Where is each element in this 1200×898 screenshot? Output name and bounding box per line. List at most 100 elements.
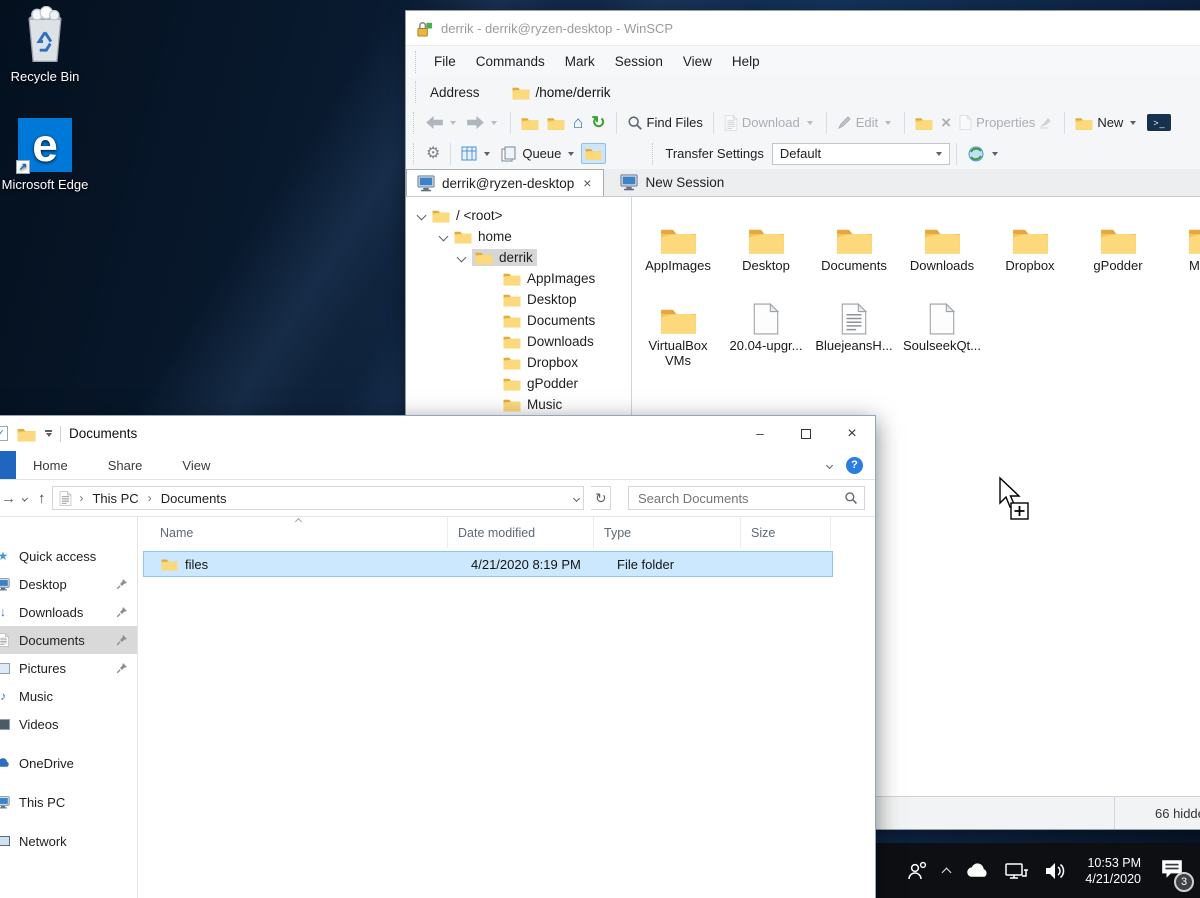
tree-item-appimages[interactable]: AppImages bbox=[406, 268, 631, 289]
tree-item-documents[interactable]: Documents bbox=[406, 310, 631, 331]
view-mode-button[interactable] bbox=[457, 144, 497, 163]
close-tab-icon[interactable]: × bbox=[581, 175, 593, 191]
maximize-button[interactable] bbox=[783, 416, 829, 451]
tree-item-desktop[interactable]: Desktop bbox=[406, 289, 631, 310]
forward-dropdown-icon[interactable] bbox=[491, 121, 497, 125]
sidebar-item-quick-access[interactable]: ★Quick access bbox=[0, 542, 137, 570]
ribbon-collapse-chevron-icon[interactable] bbox=[826, 461, 833, 468]
winscp-titlebar[interactable]: derrik - derrik@ryzen-desktop - WinSCP bbox=[406, 11, 1200, 45]
remote-folder-desktop[interactable]: Desktop bbox=[722, 205, 810, 273]
people-icon[interactable] bbox=[906, 861, 928, 881]
remote-folder-gpodder[interactable]: gPodder bbox=[1074, 205, 1162, 273]
open-console-button[interactable]: >_ bbox=[1143, 112, 1175, 133]
tree-item-derrik[interactable]: derrik bbox=[406, 247, 631, 268]
back-dropdown-icon[interactable] bbox=[450, 121, 456, 125]
checkmark-icon[interactable]: ✓ bbox=[0, 426, 8, 441]
close-button[interactable]: × bbox=[829, 416, 875, 451]
volume-icon[interactable] bbox=[1044, 862, 1066, 880]
recent-locations-chevron-icon[interactable] bbox=[22, 495, 28, 501]
desktop-icon-microsoft-edge[interactable]: e↗ Microsoft Edge bbox=[0, 118, 90, 193]
tab-share[interactable]: Share bbox=[108, 458, 143, 473]
remote-file-soulseekqt[interactable]: SoulseekQt... bbox=[898, 285, 986, 368]
toolbar-grip[interactable] bbox=[413, 112, 417, 134]
search-box[interactable] bbox=[628, 486, 865, 510]
toolbar-grip[interactable] bbox=[413, 143, 417, 165]
session-tab-active[interactable]: derrik@ryzen-desktop × bbox=[406, 169, 604, 196]
breadcrumb-this-pc[interactable]: This PC bbox=[90, 491, 140, 506]
sidebar-item-downloads[interactable]: ↓Downloads bbox=[0, 598, 137, 626]
download-button[interactable]: Download bbox=[720, 113, 820, 133]
refresh-button[interactable]: ↻ bbox=[591, 486, 611, 510]
network-icon[interactable] bbox=[1005, 862, 1029, 880]
sidebar-item-onedrive[interactable]: OneDrive bbox=[0, 749, 137, 777]
breadcrumb-documents[interactable]: Documents bbox=[159, 491, 229, 506]
column-name[interactable]: Name bbox=[138, 517, 448, 548]
menu-view[interactable]: View bbox=[673, 50, 722, 73]
file-tab[interactable] bbox=[0, 451, 16, 479]
remote-folder-appimages[interactable]: AppImages bbox=[634, 205, 722, 273]
new-button[interactable]: New bbox=[1071, 113, 1143, 133]
find-files-button[interactable]: Find Files bbox=[623, 113, 707, 133]
remote-folder-downloads[interactable]: Downloads bbox=[898, 205, 986, 273]
tree-item-downloads[interactable]: Downloads bbox=[406, 331, 631, 352]
sidebar-item-network[interactable]: Network bbox=[0, 827, 137, 855]
column-size[interactable]: Size bbox=[741, 517, 831, 548]
action-center-button[interactable]: 3 bbox=[1160, 858, 1184, 883]
menu-session[interactable]: Session bbox=[605, 50, 673, 73]
synchronize-button[interactable] bbox=[963, 143, 1005, 165]
tray-expand-chevron-icon[interactable] bbox=[942, 868, 952, 878]
tree-item-gpodder[interactable]: gPodder bbox=[406, 373, 631, 394]
column-date-modified[interactable]: Date modified bbox=[448, 517, 594, 548]
sidebar-item-music[interactable]: ♪Music bbox=[0, 682, 137, 710]
tree-item-home[interactable]: home bbox=[406, 226, 631, 247]
menu-mark[interactable]: Mark bbox=[555, 50, 605, 73]
address-dropdown-chevron-icon[interactable] bbox=[573, 494, 580, 501]
remote-file-bluejeans[interactable]: BluejeansH... bbox=[810, 285, 898, 368]
explorer-titlebar[interactable]: ✓ Documents – × bbox=[0, 416, 875, 451]
home-directory-button[interactable]: ⌂ bbox=[569, 112, 587, 133]
address-bar[interactable]: › This PC › Documents bbox=[52, 486, 584, 510]
column-type[interactable]: Type bbox=[594, 517, 741, 548]
sidebar-item-this-pc[interactable]: This PC bbox=[0, 788, 137, 816]
remote-folder-music[interactable]: Music bbox=[1162, 205, 1200, 273]
desktop-icon-recycle-bin[interactable]: Recycle Bin bbox=[0, 6, 90, 85]
tab-view[interactable]: View bbox=[182, 458, 210, 473]
status-hidden-files[interactable]: 66 hidden bbox=[1115, 797, 1200, 829]
open-directory-button[interactable] bbox=[911, 113, 937, 133]
forward-button[interactable]: → bbox=[1, 490, 16, 507]
toolbar-grip[interactable] bbox=[415, 51, 419, 73]
sidebar-item-desktop[interactable]: Desktop bbox=[0, 570, 137, 598]
transfer-settings-combo[interactable]: Default bbox=[772, 143, 950, 165]
sidebar-item-documents[interactable]: Documents bbox=[0, 626, 137, 654]
search-input[interactable] bbox=[638, 491, 844, 506]
file-row-files[interactable]: files 4/21/2020 8:19 PM File folder bbox=[143, 551, 833, 577]
back-button[interactable] bbox=[422, 114, 463, 131]
root-directory-button[interactable] bbox=[543, 113, 569, 133]
forward-button[interactable] bbox=[463, 114, 504, 131]
tree-item-root[interactable]: / <root> bbox=[406, 205, 631, 226]
expander-icon[interactable] bbox=[439, 232, 449, 242]
toolbar-grip[interactable] bbox=[415, 81, 419, 103]
address-path[interactable]: /home/derrik bbox=[536, 85, 611, 100]
help-icon[interactable]: ? bbox=[846, 457, 863, 474]
minimize-button[interactable]: – bbox=[737, 416, 783, 451]
sidebar-item-videos[interactable]: Videos bbox=[0, 710, 137, 738]
delete-button[interactable]: × bbox=[937, 112, 955, 133]
remote-folder-dropbox[interactable]: Dropbox bbox=[986, 205, 1074, 273]
qat-customize-dropdown-icon[interactable] bbox=[45, 430, 52, 436]
remote-folder-documents[interactable]: Documents bbox=[810, 205, 898, 273]
properties-button[interactable]: Properties bbox=[955, 113, 1058, 132]
onedrive-cloud-icon[interactable] bbox=[965, 863, 990, 879]
up-button[interactable]: ↑ bbox=[38, 490, 46, 507]
combo-dropdown-icon[interactable] bbox=[936, 152, 942, 156]
queue-button[interactable]: Queue bbox=[497, 144, 581, 164]
toolbar-grip[interactable] bbox=[652, 143, 656, 165]
remote-folder-virtualbox-vms[interactable]: VirtualBox VMs bbox=[634, 285, 722, 368]
sidebar-item-pictures[interactable]: Pictures bbox=[0, 654, 137, 682]
expander-icon[interactable] bbox=[457, 253, 467, 263]
tree-item-dropbox[interactable]: Dropbox bbox=[406, 352, 631, 373]
tree-item-music[interactable]: Music bbox=[406, 394, 631, 415]
tree-panel-toggle-button[interactable] bbox=[581, 143, 606, 164]
new-session-tab[interactable]: New Session bbox=[610, 169, 734, 196]
tab-home[interactable]: Home bbox=[33, 458, 68, 473]
